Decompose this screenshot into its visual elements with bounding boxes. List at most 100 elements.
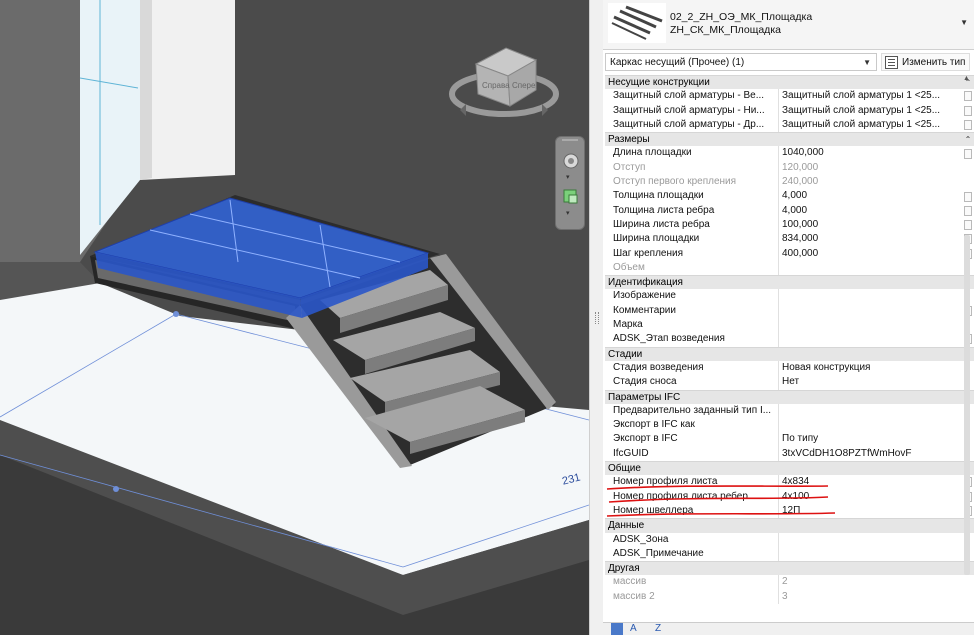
3d-viewport[interactable]: Справа Спере ▾ ▾ 231 xyxy=(0,0,589,635)
property-value[interactable]: 4,000 xyxy=(779,204,962,218)
property-name: Номер швеллера xyxy=(605,503,779,519)
property-group-header[interactable]: Идентификация⌃ xyxy=(605,275,974,290)
property-value[interactable]: Нет xyxy=(779,375,962,389)
property-name: Защитный слой арматуры - Др... xyxy=(605,117,779,133)
property-value[interactable]: 1040,000 xyxy=(779,146,962,160)
property-value[interactable]: Защитный слой арматуры 1 <25... xyxy=(779,104,962,118)
edit-type-icon xyxy=(885,56,898,69)
property-group-label: Общие xyxy=(608,463,641,475)
viewcube-front-label: Спере xyxy=(512,81,536,90)
property-value[interactable]: 4,000 xyxy=(779,189,962,203)
chevron-down-icon: ▼ xyxy=(863,58,871,67)
property-row[interactable]: Номер профиля листа 4x834 xyxy=(605,475,974,490)
property-row[interactable]: Защитный слой арматуры - Ни... Защитный с… xyxy=(605,103,974,118)
property-row[interactable]: Ширина площадки 834,000 xyxy=(605,232,974,247)
property-value[interactable]: 4x100 xyxy=(779,490,962,504)
property-row[interactable]: Длина площадки 1040,000 xyxy=(605,146,974,161)
property-name: Защитный слой арматуры - Ни... xyxy=(605,103,779,118)
property-value[interactable] xyxy=(779,533,962,547)
property-row[interactable]: Стадия возведения Новая конструкция xyxy=(605,360,974,376)
property-value[interactable]: 240,000 xyxy=(779,175,962,189)
property-row[interactable]: массив 2 xyxy=(605,575,974,590)
property-value[interactable]: 2 xyxy=(779,575,962,589)
property-name: IfcGUID xyxy=(605,446,779,462)
sort-az-icon[interactable] xyxy=(611,623,623,635)
property-row[interactable]: Комментарии xyxy=(605,303,974,319)
property-value[interactable]: 400,000 xyxy=(779,247,962,261)
property-row[interactable]: Изображение xyxy=(605,289,974,304)
property-row[interactable]: Марка xyxy=(605,318,974,333)
property-group-header[interactable]: Стадии⌃ xyxy=(605,346,974,361)
property-value[interactable] xyxy=(779,318,962,332)
instance-filter-value: Каркас несущий (Прочее) (1) xyxy=(610,57,745,68)
zoom-icon[interactable] xyxy=(561,187,581,207)
property-name: Номер профиля листа xyxy=(605,475,779,490)
property-group-header[interactable]: Общие⌃ xyxy=(605,461,974,476)
property-value[interactable]: Новая конструкция xyxy=(779,361,962,375)
property-group-label: Размеры xyxy=(608,134,650,146)
property-row[interactable]: Номер профиля листа ребер 4x100 xyxy=(605,489,974,504)
property-name: Толщина листа ребра xyxy=(605,203,779,218)
property-row[interactable]: Шаг крепления 400,000 xyxy=(605,246,974,261)
property-group-header[interactable]: Данные⌃ xyxy=(605,518,974,533)
chevron-down-icon[interactable]: ▼ xyxy=(960,18,968,27)
property-row[interactable]: ADSK_Этап возведения xyxy=(605,332,974,347)
property-row[interactable]: IfcGUID 3txVCdDH1O8PZTfWmHovF xyxy=(605,446,974,462)
property-value[interactable]: По типу xyxy=(779,432,962,446)
property-row[interactable]: Защитный слой арматуры - Ве... Защитный с… xyxy=(605,89,974,104)
property-name: Комментарии xyxy=(605,303,779,319)
property-value[interactable] xyxy=(779,304,962,318)
property-row[interactable]: Ширина листа ребра 100,000 xyxy=(605,217,974,233)
property-value[interactable] xyxy=(779,332,962,346)
property-row[interactable]: массив 23 xyxy=(605,589,974,604)
property-group-label: Несущие конструкции xyxy=(608,77,710,88)
property-name: Стадия сноса xyxy=(605,375,779,390)
property-name: Отступ первого крепления xyxy=(605,175,779,190)
property-row[interactable]: Защитный слой арматуры - Др... Защитный с… xyxy=(605,117,974,133)
property-group-header[interactable]: Другая⌃ xyxy=(605,561,974,576)
property-row[interactable]: Стадия сноса Нет xyxy=(605,375,974,390)
property-row[interactable]: ADSK_Примечание xyxy=(605,546,974,562)
properties-footer: A Z xyxy=(603,622,974,635)
property-row[interactable]: Экспорт в IFC По типу xyxy=(605,432,974,447)
property-row[interactable]: Экспорт в IFC как xyxy=(605,418,974,433)
property-name: ADSK_Примечание xyxy=(605,546,779,562)
navigation-bar[interactable]: ▾ ▾ xyxy=(555,136,585,230)
property-value[interactable] xyxy=(779,289,962,303)
property-value[interactable]: 100,000 xyxy=(779,218,962,232)
edit-type-button[interactable]: Изменить тип xyxy=(881,53,971,71)
properties-scrollbar[interactable]: ▲ xyxy=(961,75,974,605)
property-row[interactable]: Толщина площадки 4,000 xyxy=(605,189,974,204)
property-group-header[interactable]: Несущие конструкции ⌃ xyxy=(605,75,974,90)
property-row[interactable]: Отступ первого крепления 240,000 xyxy=(605,175,974,190)
property-value[interactable] xyxy=(779,547,962,561)
property-value[interactable] xyxy=(779,418,962,432)
view-splitter-scrollbar[interactable] xyxy=(589,0,603,635)
type-selector[interactable]: 02_2_ZH_ОЭ_МК_Площадка ZH_СК_МК_Площадка… xyxy=(603,0,974,50)
property-value[interactable]: 120,000 xyxy=(779,161,962,175)
property-value[interactable]: 12П xyxy=(779,504,962,518)
steering-wheel-icon[interactable] xyxy=(561,151,581,171)
property-row[interactable]: Предварительно заданный тип I... xyxy=(605,403,974,419)
property-value[interactable]: 834,000 xyxy=(779,232,962,246)
property-group-header[interactable]: Параметры IFC⌃ xyxy=(605,389,974,404)
property-row[interactable]: Толщина листа ребра 4,000 xyxy=(605,203,974,218)
property-value[interactable]: Защитный слой арматуры 1 <25... xyxy=(779,118,962,132)
property-group-label: Параметры IFC xyxy=(608,391,681,403)
property-row[interactable]: Объем xyxy=(605,260,974,276)
property-value[interactable]: 4x834 xyxy=(779,475,962,489)
property-value[interactable] xyxy=(779,261,962,275)
property-value[interactable] xyxy=(779,404,962,418)
property-value[interactable]: 3 xyxy=(779,590,962,604)
property-name: массив xyxy=(605,575,779,590)
property-row[interactable]: Номер швеллера 12П xyxy=(605,503,974,519)
property-value[interactable]: Защитный слой арматуры 1 <25... xyxy=(779,89,962,103)
property-value[interactable]: 3txVCdDH1O8PZTfWmHovF xyxy=(779,447,962,461)
property-row[interactable]: ADSK_Зона xyxy=(605,532,974,547)
type-type-name: ZH_СК_МК_Площадка xyxy=(670,24,781,36)
property-row[interactable]: Отступ 120,000 xyxy=(605,160,974,176)
instance-filter-dropdown[interactable]: Каркас несущий (Прочее) (1) ▼ xyxy=(605,53,877,71)
property-name: ADSK_Этап возведения xyxy=(605,332,779,347)
view-cube[interactable]: Справа Спере xyxy=(448,38,560,120)
property-group-header[interactable]: Размеры ⌃ xyxy=(605,132,974,147)
